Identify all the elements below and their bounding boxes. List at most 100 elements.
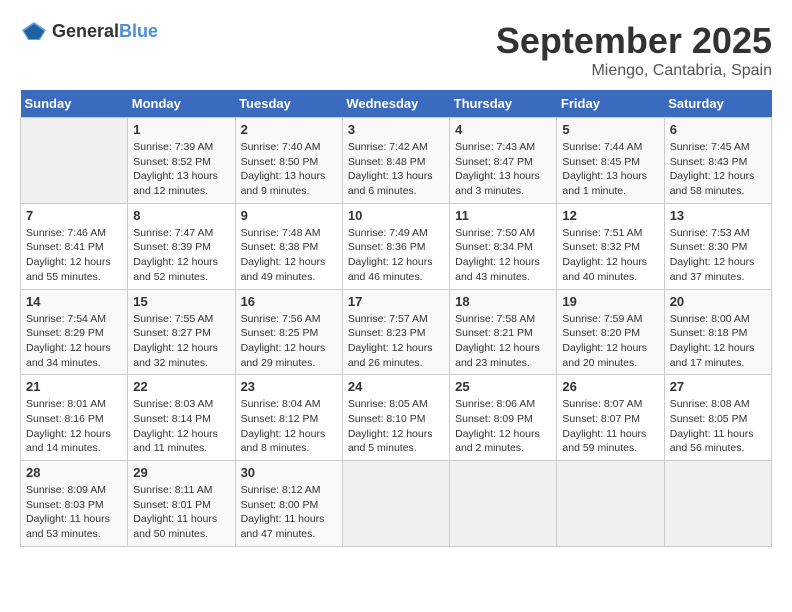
day-number: 11 (455, 208, 551, 223)
day-info: Sunrise: 7:42 AMSunset: 8:48 PMDaylight:… (348, 140, 444, 199)
day-number: 26 (562, 379, 658, 394)
day-number: 17 (348, 294, 444, 309)
calendar-table: SundayMondayTuesdayWednesdayThursdayFrid… (20, 90, 772, 547)
calendar-cell (557, 461, 664, 547)
day-info: Sunrise: 7:48 AMSunset: 8:38 PMDaylight:… (241, 226, 337, 285)
day-number: 16 (241, 294, 337, 309)
calendar-cell: 28 Sunrise: 8:09 AMSunset: 8:03 PMDayligh… (21, 461, 128, 547)
day-info: Sunrise: 8:12 AMSunset: 8:00 PMDaylight:… (241, 483, 337, 542)
day-info: Sunrise: 7:44 AMSunset: 8:45 PMDaylight:… (562, 140, 658, 199)
calendar-cell (342, 461, 449, 547)
month-title: September 2025 (496, 20, 772, 62)
day-info: Sunrise: 7:43 AMSunset: 8:47 PMDaylight:… (455, 140, 551, 199)
day-number: 4 (455, 122, 551, 137)
day-info: Sunrise: 7:56 AMSunset: 8:25 PMDaylight:… (241, 312, 337, 371)
weekday-header: Friday (557, 90, 664, 118)
calendar-cell: 23Sunrise: 8:04 AMSunset: 8:12 PMDayligh… (235, 375, 342, 461)
day-number: 14 (26, 294, 122, 309)
day-number: 10 (348, 208, 444, 223)
weekday-header: Saturday (664, 90, 771, 118)
day-info: Sunrise: 8:03 AMSunset: 8:14 PMDaylight:… (133, 397, 229, 456)
calendar-cell (664, 461, 771, 547)
calendar-cell (21, 118, 128, 204)
calendar-cell (450, 461, 557, 547)
calendar-cell: 13 Sunrise: 7:53 AMSunset: 8:30 PMDayligh… (664, 203, 771, 289)
calendar-cell: 21Sunrise: 8:01 AMSunset: 8:16 PMDayligh… (21, 375, 128, 461)
day-number: 21 (26, 379, 122, 394)
weekday-header: Monday (128, 90, 235, 118)
day-number: 1 (133, 122, 229, 137)
day-info: Sunrise: 8:09 AMSunset: 8:03 PMDaylight:… (26, 483, 122, 542)
calendar-cell: 29Sunrise: 8:11 AMSunset: 8:01 PMDayligh… (128, 461, 235, 547)
calendar-cell: 2 Sunrise: 7:40 AMSunset: 8:50 PMDaylight… (235, 118, 342, 204)
logo: GeneralBlue (20, 20, 158, 42)
day-info: Sunrise: 7:47 AMSunset: 8:39 PMDaylight:… (133, 226, 229, 285)
calendar-cell: 3 Sunrise: 7:42 AMSunset: 8:48 PMDaylight… (342, 118, 449, 204)
day-info: Sunrise: 7:59 AMSunset: 8:20 PMDaylight:… (562, 312, 658, 371)
day-number: 13 (670, 208, 766, 223)
day-number: 7 (26, 208, 122, 223)
calendar-cell: 4 Sunrise: 7:43 AMSunset: 8:47 PMDaylight… (450, 118, 557, 204)
day-number: 15 (133, 294, 229, 309)
calendar-cell: 27 Sunrise: 8:08 AMSunset: 8:05 PMDayligh… (664, 375, 771, 461)
calendar-cell: 24 Sunrise: 8:05 AMSunset: 8:10 PMDayligh… (342, 375, 449, 461)
calendar-cell: 10 Sunrise: 7:49 AMSunset: 8:36 PMDayligh… (342, 203, 449, 289)
calendar-cell: 26 Sunrise: 8:07 AMSunset: 8:07 PMDayligh… (557, 375, 664, 461)
weekday-header: Sunday (21, 90, 128, 118)
calendar-cell: 18 Sunrise: 7:58 AMSunset: 8:21 PMDayligh… (450, 289, 557, 375)
day-info: Sunrise: 8:11 AMSunset: 8:01 PMDaylight:… (133, 483, 229, 542)
day-info: Sunrise: 7:46 AMSunset: 8:41 PMDaylight:… (26, 226, 122, 285)
day-number: 25 (455, 379, 551, 394)
calendar-header: SundayMondayTuesdayWednesdayThursdayFrid… (21, 90, 772, 118)
day-number: 24 (348, 379, 444, 394)
day-number: 8 (133, 208, 229, 223)
day-info: Sunrise: 7:53 AMSunset: 8:30 PMDaylight:… (670, 226, 766, 285)
day-info: Sunrise: 7:50 AMSunset: 8:34 PMDaylight:… (455, 226, 551, 285)
logo-blue: Blue (119, 21, 158, 41)
day-info: Sunrise: 8:05 AMSunset: 8:10 PMDaylight:… (348, 397, 444, 456)
calendar-cell: 7 Sunrise: 7:46 AMSunset: 8:41 PMDaylight… (21, 203, 128, 289)
day-info: Sunrise: 7:40 AMSunset: 8:50 PMDaylight:… (241, 140, 337, 199)
day-number: 22 (133, 379, 229, 394)
calendar-cell: 8 Sunrise: 7:47 AMSunset: 8:39 PMDaylight… (128, 203, 235, 289)
day-info: Sunrise: 7:55 AMSunset: 8:27 PMDaylight:… (133, 312, 229, 371)
day-info: Sunrise: 8:06 AMSunset: 8:09 PMDaylight:… (455, 397, 551, 456)
day-info: Sunrise: 8:04 AMSunset: 8:12 PMDaylight:… (241, 397, 337, 456)
day-info: Sunrise: 7:54 AMSunset: 8:29 PMDaylight:… (26, 312, 122, 371)
day-info: Sunrise: 7:49 AMSunset: 8:36 PMDaylight:… (348, 226, 444, 285)
weekday-header: Thursday (450, 90, 557, 118)
page-header: GeneralBlue September 2025 Miengo, Canta… (20, 20, 772, 80)
calendar-cell: 22 Sunrise: 8:03 AMSunset: 8:14 PMDayligh… (128, 375, 235, 461)
calendar-cell: 20 Sunrise: 8:00 AMSunset: 8:18 PMDayligh… (664, 289, 771, 375)
day-number: 2 (241, 122, 337, 137)
logo-icon (20, 20, 48, 42)
weekday-header: Wednesday (342, 90, 449, 118)
calendar-cell: 12Sunrise: 7:51 AMSunset: 8:32 PMDayligh… (557, 203, 664, 289)
day-info: Sunrise: 7:57 AMSunset: 8:23 PMDaylight:… (348, 312, 444, 371)
day-info: Sunrise: 7:58 AMSunset: 8:21 PMDaylight:… (455, 312, 551, 371)
calendar-cell: 16 Sunrise: 7:56 AMSunset: 8:25 PMDayligh… (235, 289, 342, 375)
day-number: 6 (670, 122, 766, 137)
day-info: Sunrise: 8:08 AMSunset: 8:05 PMDaylight:… (670, 397, 766, 456)
day-info: Sunrise: 8:07 AMSunset: 8:07 PMDaylight:… (562, 397, 658, 456)
calendar-cell: 17 Sunrise: 7:57 AMSunset: 8:23 PMDayligh… (342, 289, 449, 375)
day-number: 20 (670, 294, 766, 309)
calendar-cell: 9Sunrise: 7:48 AMSunset: 8:38 PMDaylight… (235, 203, 342, 289)
day-number: 18 (455, 294, 551, 309)
calendar-cell: 30 Sunrise: 8:12 AMSunset: 8:00 PMDayligh… (235, 461, 342, 547)
day-number: 30 (241, 465, 337, 480)
day-number: 19 (562, 294, 658, 309)
day-number: 3 (348, 122, 444, 137)
day-number: 28 (26, 465, 122, 480)
calendar-cell: 6Sunrise: 7:45 AMSunset: 8:43 PMDaylight… (664, 118, 771, 204)
calendar-cell: 14 Sunrise: 7:54 AMSunset: 8:29 PMDayligh… (21, 289, 128, 375)
calendar-cell: 25 Sunrise: 8:06 AMSunset: 8:09 PMDayligh… (450, 375, 557, 461)
day-info: Sunrise: 7:51 AMSunset: 8:32 PMDaylight:… (562, 226, 658, 285)
title-area: September 2025 Miengo, Cantabria, Spain (496, 20, 772, 80)
day-number: 27 (670, 379, 766, 394)
day-number: 5 (562, 122, 658, 137)
calendar-cell: 5 Sunrise: 7:44 AMSunset: 8:45 PMDaylight… (557, 118, 664, 204)
day-info: Sunrise: 8:00 AMSunset: 8:18 PMDaylight:… (670, 312, 766, 371)
weekday-header: Tuesday (235, 90, 342, 118)
calendar-cell: 11 Sunrise: 7:50 AMSunset: 8:34 PMDayligh… (450, 203, 557, 289)
